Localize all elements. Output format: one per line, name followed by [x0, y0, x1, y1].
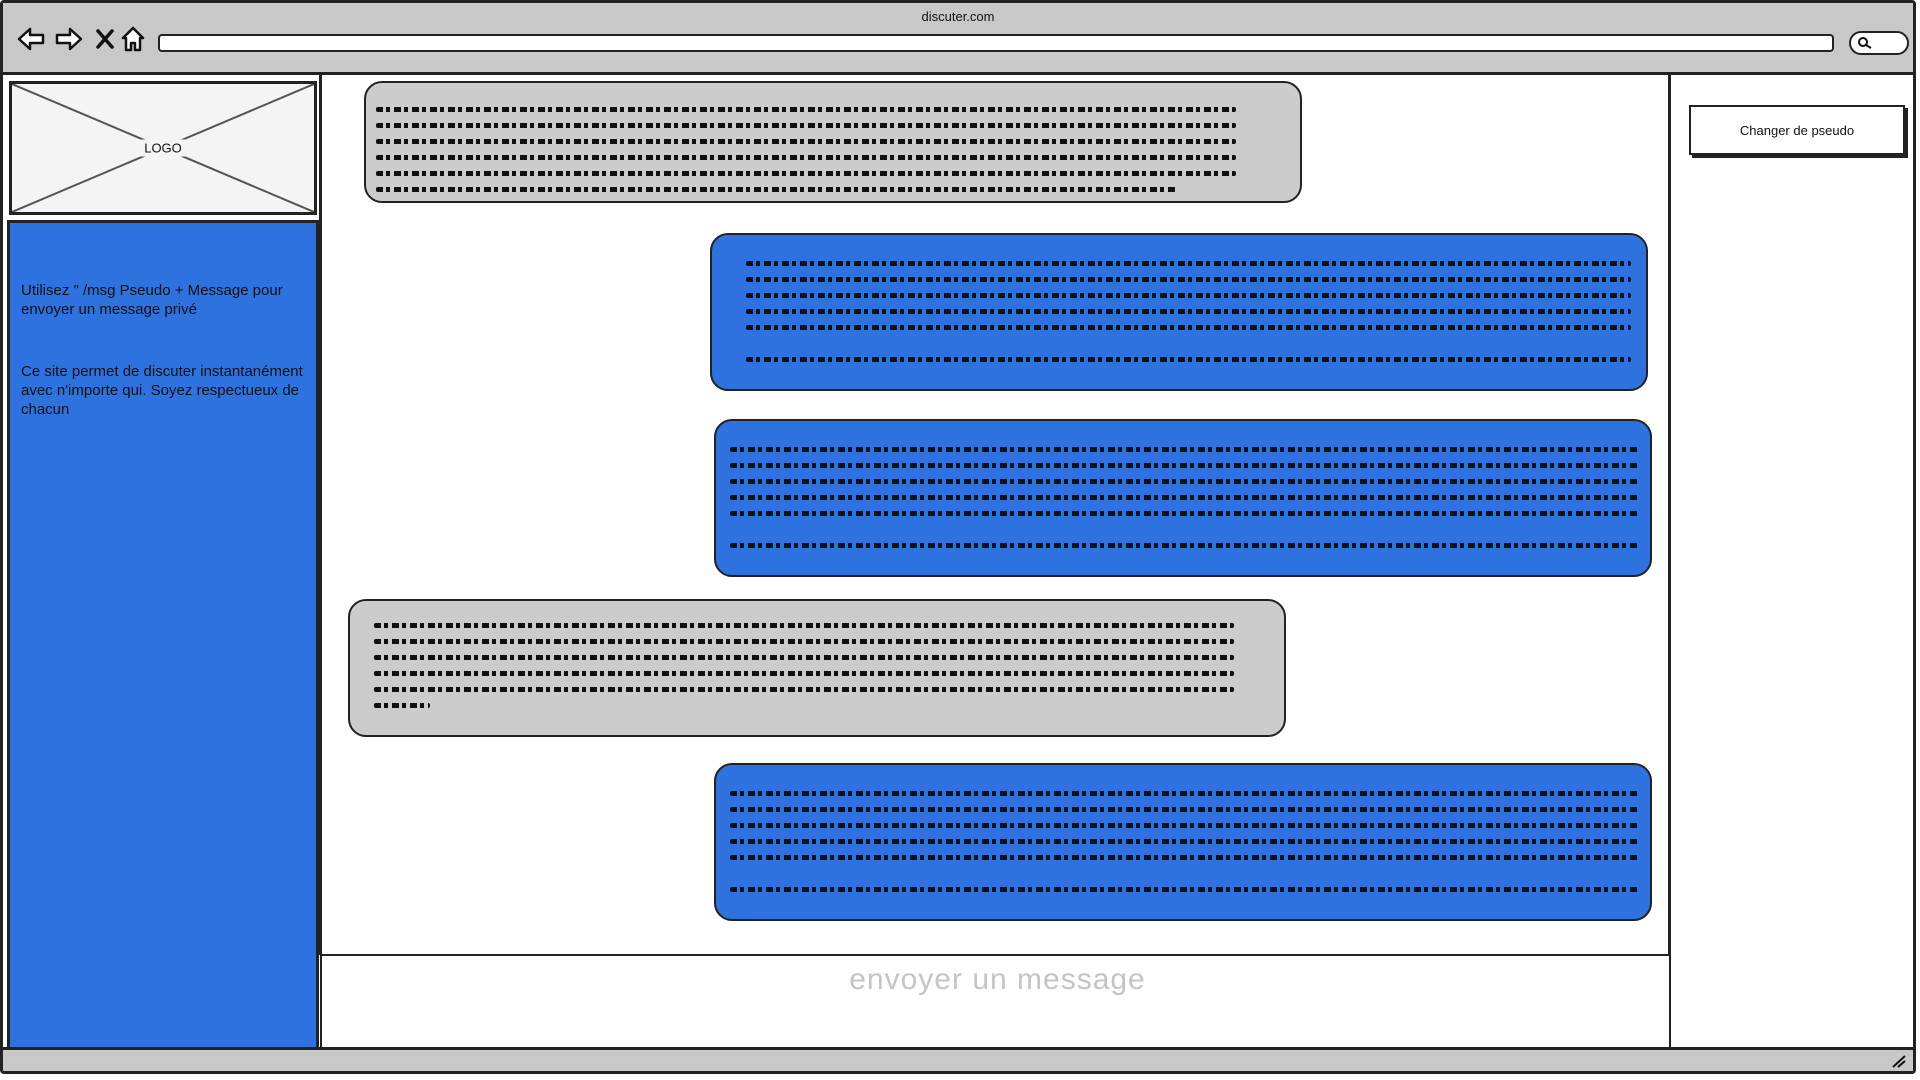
resize-grip-icon[interactable]	[1891, 1054, 1907, 1068]
message-text-line	[374, 687, 1234, 692]
message-text-line	[374, 623, 1234, 628]
message-text-line	[746, 325, 1631, 330]
message-text-line	[376, 107, 1236, 112]
message-text-line	[730, 887, 1640, 892]
message-text-line	[730, 791, 1640, 796]
message-text-line	[746, 261, 1631, 266]
message-text-line	[376, 187, 1176, 192]
message-text-line	[376, 155, 1236, 160]
site-title: discuter.com	[921, 9, 995, 24]
chat-message-list	[319, 75, 1671, 955]
chat-message	[714, 419, 1652, 577]
message-input-box[interactable]	[320, 954, 1673, 1053]
message-text-line	[730, 495, 1640, 500]
private-message-help: Utilisez " /msg Pseudo + Message pour en…	[21, 282, 283, 318]
message-text-line	[374, 671, 1234, 676]
browser-window: discuter.com LOGO Utilisez " /msg Pseudo…	[0, 0, 1916, 1074]
message-text-line	[730, 823, 1640, 828]
search-field[interactable]	[1849, 31, 1909, 55]
message-text-line	[746, 293, 1631, 298]
browser-status-bar	[3, 1047, 1913, 1071]
logo-placeholder: LOGO	[9, 81, 317, 215]
message-text-line	[376, 123, 1236, 128]
message-input[interactable]	[322, 956, 1673, 1004]
message-text-line	[746, 277, 1631, 282]
home-icon[interactable]	[117, 23, 149, 55]
info-sidebar: Utilisez " /msg Pseudo + Message pour en…	[7, 220, 319, 1053]
message-text-line	[730, 463, 1640, 468]
message-text-line	[374, 639, 1234, 644]
back-arrow-icon[interactable]	[15, 23, 47, 55]
logo-label: LOGO	[140, 139, 186, 157]
chat-message	[714, 763, 1652, 921]
message-text-line	[730, 447, 1640, 452]
chat-message	[364, 81, 1302, 203]
message-text-line	[730, 855, 1640, 860]
message-text-line	[374, 703, 430, 708]
change-pseudo-button[interactable]: Changer de pseudo	[1689, 105, 1905, 155]
message-text-line	[746, 309, 1631, 314]
message-text-line	[730, 479, 1640, 484]
forward-arrow-icon[interactable]	[53, 23, 85, 55]
message-text-line	[730, 543, 1640, 548]
browser-toolbar: discuter.com	[3, 3, 1913, 75]
message-text-line	[730, 807, 1640, 812]
chat-message	[348, 599, 1286, 737]
message-text-line	[746, 357, 1631, 362]
site-description: Ce site permet de discuter instantanémen…	[21, 363, 303, 418]
message-text-line	[730, 511, 1640, 516]
message-text-line	[374, 655, 1234, 660]
message-text-line	[376, 171, 1236, 176]
message-text-line	[730, 839, 1640, 844]
search-icon	[1858, 37, 1872, 49]
message-text-line	[376, 139, 1236, 144]
chat-message	[710, 233, 1648, 391]
address-bar[interactable]	[158, 34, 1834, 52]
